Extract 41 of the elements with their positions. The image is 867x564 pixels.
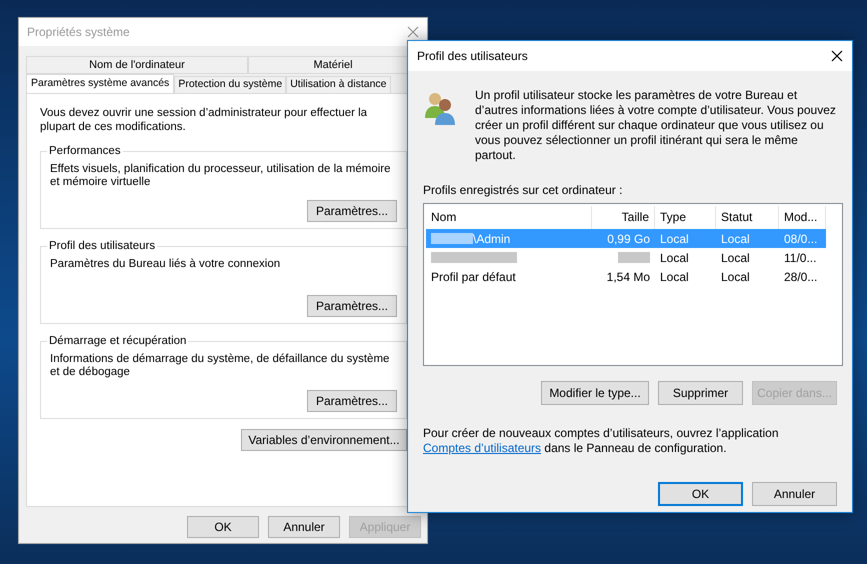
footer-text: Pour créer de nouveaux comptes d’utilisateurs, ouvrez l’application Comptes d’utilisateurs dans le Panneau de configuration. <box>423 426 780 456</box>
table-cell: Local <box>660 232 689 246</box>
table-cell-text: 0,99 Go <box>607 230 650 248</box>
dialog-button[interactable]: Paramètres... <box>307 200 397 222</box>
table-cell: Local <box>660 270 689 284</box>
table-cell-text: Profil par défaut <box>431 268 516 286</box>
window-title: Propriétés système <box>27 24 130 41</box>
dialog-button[interactable]: Supprimer <box>658 381 743 405</box>
group-title: Démarrage et récupération <box>47 334 188 348</box>
tab[interactable]: Utilisation à distance <box>286 76 391 94</box>
table-cell: Local <box>721 232 750 246</box>
description-text: Un profil utilisateur stocke les paramètres de votre Bureau et d’autres informations liées à votre compte d’utilisateur. Vous pouvez créer un profil différent sur chaque ordinateur que vous utilisez ou vous pouvez sélectionner un profil itinérant qui sera le même partout. <box>475 88 837 163</box>
dialog-button[interactable]: Paramètres... <box>307 390 397 412</box>
dialog-button[interactable]: Annuler <box>268 516 340 538</box>
dialog-button[interactable]: Modifier le type... <box>541 381 649 405</box>
link[interactable]: Comptes d’utilisateurs <box>423 441 542 455</box>
tab[interactable]: Protection du système <box>174 76 286 94</box>
table-cell: 11/0... <box>784 250 816 264</box>
table-cell-text: 1,54 Mo <box>606 268 650 286</box>
dialog-button[interactable]: Variables d’environnement... <box>241 429 407 451</box>
intro-text: Vous devez ouvrir une session d’administrateur pour effectuer la plupart de ces modifications. <box>40 106 368 134</box>
profile-row[interactable]: Profil par défaut 1,54 Mo Local Local 28/0... <box>426 267 826 286</box>
dialog-button[interactable]: OK <box>658 482 743 506</box>
dialog-button[interactable]: Annuler <box>752 482 837 506</box>
list-label: Profils enregistrés sur cet ordinateur : <box>423 182 624 199</box>
profile-row[interactable]: Local Local 11/0... <box>426 248 826 267</box>
table-cell: Local <box>721 250 750 264</box>
tab[interactable]: Paramètres système avancés <box>26 74 174 94</box>
dialog-button[interactable]: Paramètres... <box>307 295 397 317</box>
table-cell-text: \Admin <box>473 230 510 248</box>
table-cell: 28/0... <box>784 270 818 284</box>
tab[interactable]: Nom de l'ordinateur <box>26 56 248 74</box>
group-description: Effets visuels, planification du processeur, utilisation de la mémoire et mémoire virtuelle <box>50 163 392 189</box>
window-title: Profil des utilisateurs <box>417 48 528 65</box>
group-description: Informations de démarrage du système, de défaillance du système et de débogage <box>50 353 390 379</box>
close-icon[interactable] <box>831 50 843 62</box>
table-cell: Local <box>721 270 750 284</box>
dialog-button[interactable]: OK <box>187 516 259 538</box>
group-description: Paramètres du Bureau liés à votre connexion <box>50 258 282 271</box>
table-cell: Local <box>660 250 689 264</box>
table-cell: 08/0... <box>784 232 818 246</box>
